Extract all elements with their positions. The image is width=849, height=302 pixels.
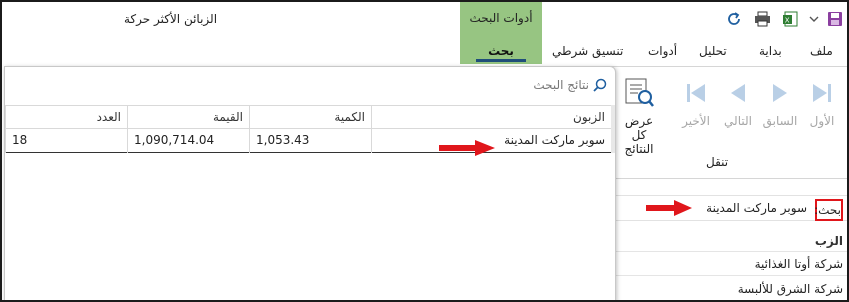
show-all-results-icon (625, 78, 654, 107)
navigation-group-label: تنقل (706, 155, 729, 169)
tab-tools[interactable]: أدوات (648, 44, 677, 58)
list-item[interactable]: شركة الشرق للألبسة (738, 282, 843, 296)
next-label: التالي (724, 114, 752, 128)
tab-analysis[interactable]: تحليل (699, 44, 727, 58)
results-search-box[interactable]: نتائج البحث (533, 75, 607, 95)
search-value[interactable]: سوبر ماركت المدينة (706, 201, 807, 215)
search-icon (593, 78, 607, 92)
quantity-column-header[interactable]: الكمية (249, 106, 371, 130)
results-table-header: العدد القيمة الكمية الزبون (5, 105, 615, 130)
quantity-cell: 1,053.43 (249, 129, 371, 153)
context-group-title: أدوات البحث (469, 11, 533, 25)
tab-file[interactable]: ملف (810, 44, 833, 58)
last-button[interactable]: الأخير (678, 81, 714, 128)
svg-text:X: X (785, 17, 790, 25)
app-window: X الزبائن الأكثر حركة أدوات البحث بحث مل… (0, 0, 849, 302)
active-tab-underline (476, 59, 526, 62)
document-title: الزبائن الأكثر حركة (124, 12, 218, 26)
first-label: الأول (809, 114, 835, 128)
refresh-icon[interactable] (724, 10, 744, 28)
tab-home[interactable]: بداية (759, 44, 782, 58)
search-row: بحث: سوبر ماركت المدينة (606, 195, 847, 221)
value-cell: 1,090,714.04 (127, 129, 249, 153)
last-label: الأخير (682, 114, 710, 128)
tab-conditional-format[interactable]: تنسيق شرطي (552, 44, 623, 58)
ribbon-navigation: عرض كل النتائج الأخير التالي السابق الأو… (606, 66, 847, 178)
chevron-down-icon[interactable] (806, 10, 822, 28)
search-label: بحث: (814, 199, 843, 221)
excel-export-icon[interactable]: X (780, 10, 800, 28)
previous-icon (773, 84, 787, 102)
last-icon (687, 84, 705, 102)
red-arrow-icon (439, 140, 495, 156)
save-icon[interactable] (825, 10, 845, 28)
table-row[interactable]: 18 1,090,714.04 1,053.43 سوبر ماركت المد… (5, 129, 615, 153)
search-tools-context-group: أدوات البحث بحث (460, 2, 542, 64)
scrollbar[interactable] (611, 105, 615, 153)
show-all-results-button[interactable]: عرض كل النتائج (616, 77, 662, 156)
first-button[interactable]: الأول (804, 81, 840, 128)
search-results-popup: نتائج البحث العدد القيمة الكمية الزبون 1… (4, 66, 616, 300)
next-button[interactable]: التالي (720, 81, 756, 128)
count-cell: 18 (5, 129, 127, 153)
print-icon[interactable] (752, 10, 772, 28)
results-placeholder: نتائج البحث (533, 78, 589, 92)
row-divider (606, 251, 847, 252)
title-bar: X الزبائن الأكثر حركة أدوات البحث بحث مل… (2, 2, 847, 66)
customer-column-header: الزب (814, 234, 843, 248)
previous-label: السابق (762, 114, 798, 128)
first-icon (813, 84, 831, 102)
tab-search[interactable]: بحث (460, 44, 542, 58)
customer-column-header[interactable]: الزبون (371, 106, 611, 130)
count-column-header[interactable]: العدد (5, 106, 127, 130)
previous-button[interactable]: السابق (762, 81, 798, 128)
red-arrow-icon (646, 200, 692, 216)
row-divider (606, 275, 847, 276)
show-all-label: عرض كل النتائج (624, 114, 654, 156)
list-item[interactable]: شركة أوتا الغذائية (755, 257, 843, 271)
next-icon (731, 84, 745, 102)
results-table: العدد القيمة الكمية الزبون 18 1,090,714.… (5, 105, 615, 153)
search-panel: بحث: سوبر ماركت المدينة الزب شركة أوتا ا… (606, 178, 847, 300)
value-column-header[interactable]: القيمة (127, 106, 249, 130)
